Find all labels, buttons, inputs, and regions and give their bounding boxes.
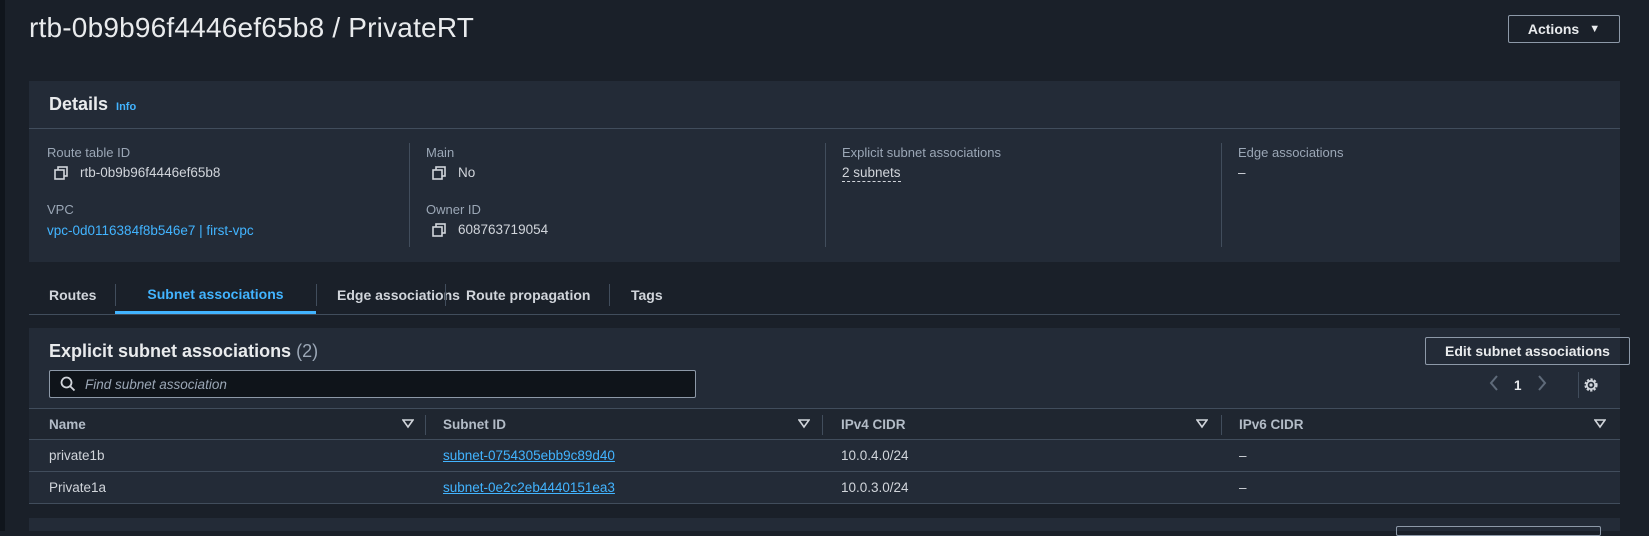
cell-subnet-id: subnet-0754305ebb9c89d40 — [443, 440, 615, 471]
caret-down-icon[interactable] — [798, 418, 810, 430]
page-title: rtb-0b9b96f4446ef65b8 / PrivateRT — [29, 12, 475, 43]
details-header: Details Info — [29, 81, 1620, 129]
actions-button[interactable]: Actions ▼ — [1508, 15, 1620, 43]
explicit-subnet-associations-label: Explicit subnet associations — [842, 145, 1001, 160]
column-header-name[interactable]: Name — [49, 409, 86, 439]
edge-associations-value: – — [1238, 165, 1246, 180]
route-table-id-value: rtb-0b9b96f4446ef65b8 — [54, 165, 220, 180]
details-panel: Details Info Route table ID rtb-0b9b96f4… — [29, 81, 1620, 262]
column-header-ipv6-cidr[interactable]: IPv6 CIDR — [1239, 409, 1304, 439]
details-column-2: Main No Owner ID 608763719054 — [409, 143, 786, 247]
cell-name: Private1a — [49, 480, 107, 495]
next-panel — [29, 518, 1620, 531]
details-column-1: Route table ID rtb-0b9b96f4446ef65b8 VPC… — [29, 143, 409, 247]
caret-down-icon[interactable] — [1196, 418, 1208, 430]
details-column-4: Edge associations – — [1221, 143, 1621, 247]
page-number[interactable]: 1 — [1514, 378, 1522, 393]
column-header-subnet-id[interactable]: Subnet ID — [443, 409, 506, 439]
table-header: Name Subnet ID IPv4 CIDR IPv6 CIDR — [29, 408, 1620, 440]
edit-subnet-associations-button[interactable]: Edit subnet associations — [1425, 337, 1630, 365]
column-header-ipv4-cidr[interactable]: IPv4 CIDR — [841, 409, 906, 439]
copy-icon[interactable] — [432, 165, 446, 180]
gear-icon[interactable] — [1579, 373, 1603, 397]
pagination: 1 — [1488, 374, 1548, 396]
subnet-link[interactable]: subnet-0e2c2eb4440151ea3 — [443, 480, 615, 495]
tab-subnet-associations[interactable]: Subnet associations — [115, 276, 316, 314]
cell-name: private1b — [49, 448, 105, 463]
copy-icon[interactable] — [54, 165, 68, 180]
details-title: Details — [49, 94, 109, 114]
table-row[interactable]: private1b subnet-0754305ebb9c89d40 10.0.… — [29, 440, 1620, 472]
search-icon — [60, 376, 76, 392]
tab-route-propagation[interactable]: Route propagation — [466, 276, 590, 314]
left-border — [0, 0, 5, 531]
details-column-3: Explicit subnet associations 2 subnets — [825, 143, 1202, 247]
main-value: No — [432, 165, 475, 180]
caret-down-icon[interactable] — [1594, 418, 1606, 430]
details-info-link[interactable]: Info — [116, 101, 136, 113]
owner-id-label: Owner ID — [426, 202, 481, 217]
main-label: Main — [426, 145, 455, 160]
caret-down-icon[interactable] — [402, 418, 414, 430]
cell-ipv6-cidr: – — [1239, 448, 1247, 463]
subnet-associations-panel: Explicit subnet associations (2) Edit su… — [29, 328, 1630, 504]
main-text: No — [458, 165, 476, 180]
cell-ipv4-cidr: 10.0.3.0/24 — [841, 480, 909, 495]
edge-associations-label: Edge associations — [1238, 145, 1344, 160]
copy-icon[interactable] — [432, 222, 446, 237]
subnet-associations-count: (2) — [296, 341, 319, 361]
tab-divider — [316, 284, 317, 306]
tab-divider — [445, 284, 446, 306]
owner-id-text: 608763719054 — [458, 222, 549, 237]
table-row[interactable]: Private1a subnet-0e2c2eb4440151ea3 10.0.… — [29, 472, 1620, 504]
caret-down-icon: ▼ — [1589, 23, 1601, 35]
tab-divider — [609, 284, 610, 306]
vpc-link[interactable]: vpc-0d0116384f8b546e7 | first-vpc — [47, 223, 254, 238]
tab-edge-associations[interactable]: Edge associations — [337, 276, 460, 314]
vpc-label: VPC — [47, 202, 74, 217]
subnet-associations-title-text: Explicit subnet associations — [49, 341, 292, 361]
chevron-right-icon[interactable] — [1536, 374, 1548, 397]
tab-tags[interactable]: Tags — [631, 276, 663, 314]
subnet-link[interactable]: subnet-0754305ebb9c89d40 — [443, 448, 615, 463]
cell-ipv6-cidr: – — [1239, 480, 1247, 495]
explicit-subnet-associations-value[interactable]: 2 subnets — [842, 165, 901, 182]
next-panel-button[interactable] — [1396, 526, 1601, 536]
owner-id-value: 608763719054 — [432, 222, 548, 237]
column-divider — [425, 415, 426, 435]
column-divider — [822, 415, 823, 435]
tab-bar: Routes Subnet associations Edge associat… — [29, 276, 1620, 315]
actions-button-label: Actions — [1527, 21, 1580, 37]
details-columns: Route table ID rtb-0b9b96f4446ef65b8 VPC… — [29, 129, 1620, 262]
search-input[interactable] — [85, 376, 675, 392]
search-box[interactable] — [49, 370, 696, 398]
tab-routes[interactable]: Routes — [49, 276, 96, 314]
route-table-id-label: Route table ID — [47, 145, 131, 160]
cell-ipv4-cidr: 10.0.4.0/24 — [841, 448, 909, 463]
column-divider — [1221, 415, 1222, 435]
route-table-id-text: rtb-0b9b96f4446ef65b8 — [80, 165, 221, 180]
explicit-subnet-associations-text: 2 subnets — [842, 165, 901, 182]
chevron-left-icon[interactable] — [1488, 374, 1500, 397]
cell-subnet-id: subnet-0e2c2eb4440151ea3 — [443, 472, 615, 503]
subnet-associations-title: Explicit subnet associations (2) — [49, 341, 318, 362]
